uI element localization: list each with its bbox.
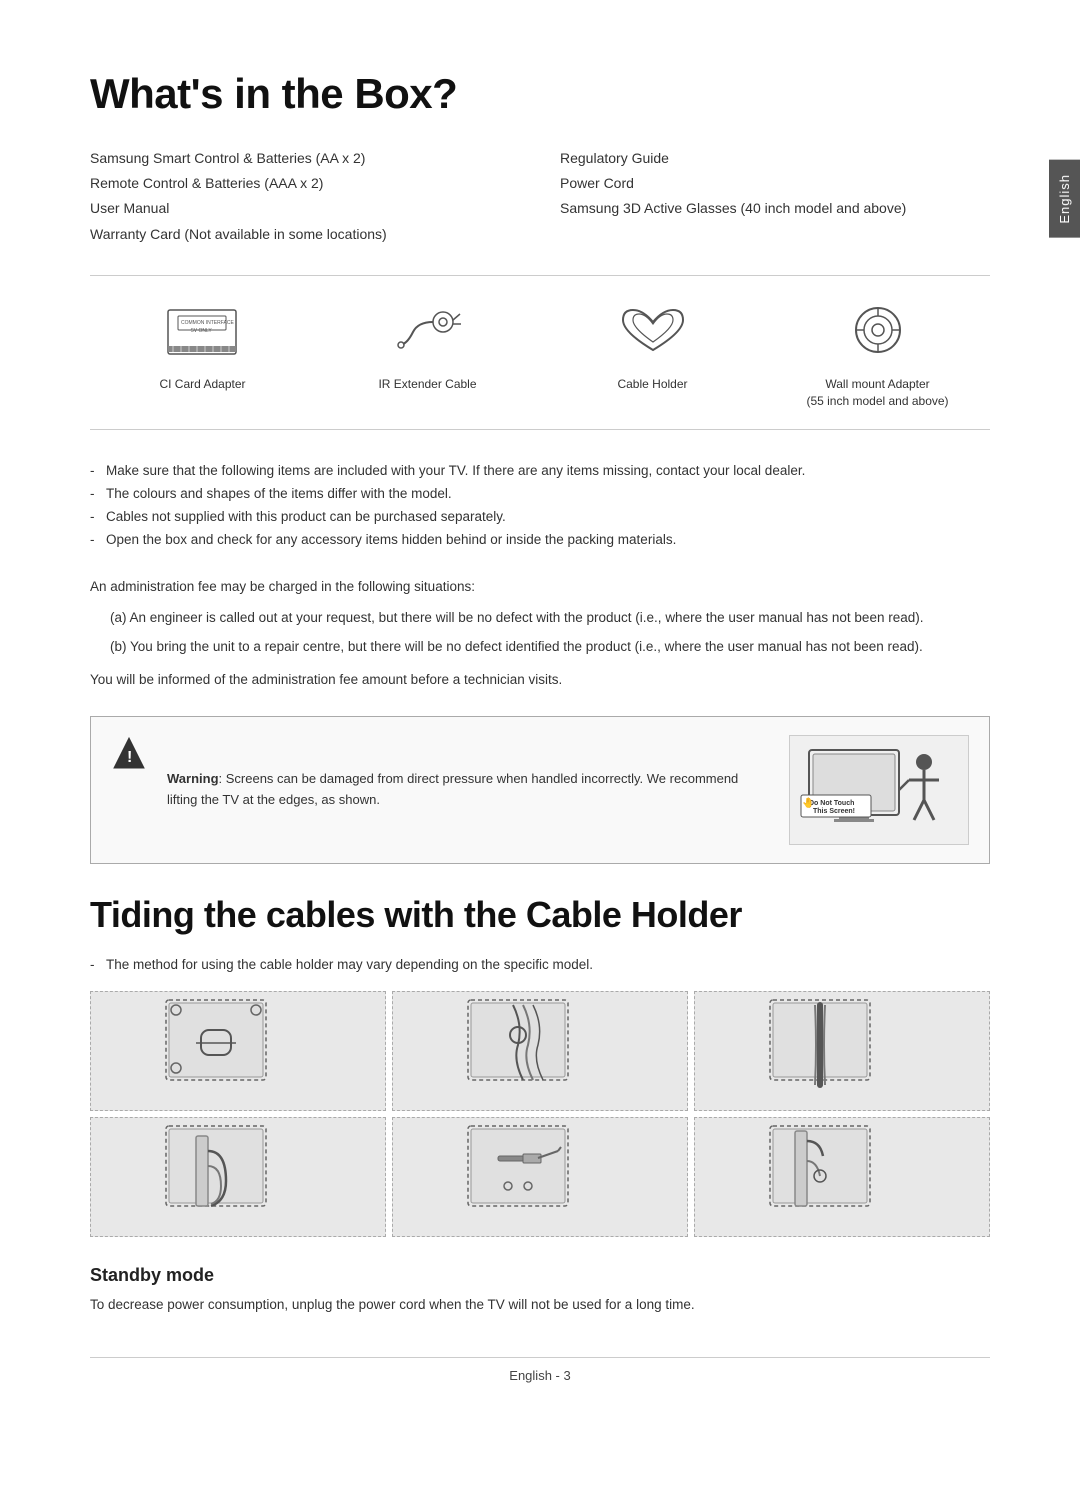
cable-holder-label: Cable Holder (617, 376, 687, 393)
cable-image-1 (90, 991, 386, 1111)
cable-image-6 (694, 1117, 990, 1237)
note-item-2: Cables not supplied with this product ca… (90, 506, 990, 529)
footer-label: English - 3 (509, 1368, 570, 1383)
admin-main-text: An administration fee may be charged in … (90, 576, 990, 599)
wall-mount-icon (833, 296, 923, 366)
notes-list: Make sure that the following items are i… (90, 460, 990, 552)
item-right-1: Power Cord (560, 171, 990, 196)
ci-card-label: CI Card Adapter (159, 376, 245, 393)
items-grid: Samsung Smart Control & Batteries (AA x … (90, 146, 990, 247)
cable-image-3 (694, 991, 990, 1111)
page-footer: English - 3 (90, 1357, 990, 1383)
items-left: Samsung Smart Control & Batteries (AA x … (90, 146, 520, 247)
icon-item-cable-holder: Cable Holder (540, 296, 765, 393)
warning-text: Warning: Screens can be damaged from dir… (167, 769, 771, 811)
cable-holder-icon (608, 296, 698, 366)
standby-title: Standby mode (90, 1265, 990, 1286)
ir-cable-label: IR Extender Cable (378, 376, 476, 393)
language-tab: English (1049, 160, 1080, 238)
standby-text: To decrease power consumption, unplug th… (90, 1294, 990, 1317)
note-item-0: Make sure that the following items are i… (90, 460, 990, 483)
cable-images-row-2 (90, 1117, 990, 1237)
cable-image-4 (90, 1117, 386, 1237)
svg-text:This Screen!: This Screen! (813, 808, 855, 815)
item-right-2: Samsung 3D Active Glasses (40 inch model… (560, 196, 990, 221)
item-right-0: Regulatory Guide (560, 146, 990, 171)
item-left-0: Samsung Smart Control & Batteries (AA x … (90, 146, 520, 171)
item-left-2: User Manual (90, 196, 520, 221)
admin-sub-b: (b) You bring the unit to a repair centr… (110, 636, 990, 659)
item-left-1: Remote Control & Batteries (AAA x 2) (90, 171, 520, 196)
standby-section: Standby mode To decrease power consumpti… (90, 1265, 990, 1317)
svg-text:!: ! (127, 749, 132, 766)
svg-text:🤚: 🤚 (802, 796, 814, 809)
section2-title: Tiding the cables with the Cable Holder (90, 894, 990, 936)
svg-text:5V ONLY: 5V ONLY (191, 328, 212, 334)
warning-text-content: : Screens can be damaged from direct pre… (167, 771, 738, 807)
svg-text:Do Not Touch: Do Not Touch (809, 800, 854, 807)
section1-title: What's in the Box? (90, 70, 990, 118)
item-left-3: Warranty Card (Not available in some loc… (90, 222, 520, 247)
icon-item-wall-mount: Wall mount Adapter (55 inch model and ab… (765, 296, 990, 410)
icon-item-ci-card: COMMON INTERFACE 5V ONLY CI Card Adapter (90, 296, 315, 393)
wall-mount-label: Wall mount Adapter (55 inch model and ab… (806, 376, 948, 410)
warning-bold: Warning (167, 771, 219, 786)
admin-section: An administration fee may be charged in … (90, 576, 990, 692)
ci-card-icon: COMMON INTERFACE 5V ONLY (158, 296, 248, 366)
cable-images-row-1 (90, 991, 990, 1111)
admin-sub-a: (a) An engineer is called out at your re… (110, 607, 990, 630)
admin-note: You will be informed of the administrati… (90, 669, 990, 692)
warning-image: Do Not Touch This Screen! 🤚 (789, 735, 969, 845)
warning-box: ! Warning: Screens can be damaged from d… (90, 716, 990, 864)
items-right: Regulatory Guide Power Cord Samsung 3D A… (560, 146, 990, 247)
note-item-1: The colours and shapes of the items diff… (90, 483, 990, 506)
accessories-icons-row: COMMON INTERFACE 5V ONLY CI Card Adapter (90, 275, 990, 431)
cable-images-grid (90, 991, 990, 1237)
ir-cable-icon (383, 296, 473, 366)
cable-image-5 (392, 1117, 688, 1237)
svg-text:COMMON INTERFACE: COMMON INTERFACE (181, 320, 234, 326)
note-item-3: Open the box and check for any accessory… (90, 529, 990, 552)
cable-note: The method for using the cable holder ma… (90, 954, 990, 977)
warning-icon: ! (111, 735, 149, 776)
icon-item-ir-cable: IR Extender Cable (315, 296, 540, 393)
cable-image-2 (392, 991, 688, 1111)
